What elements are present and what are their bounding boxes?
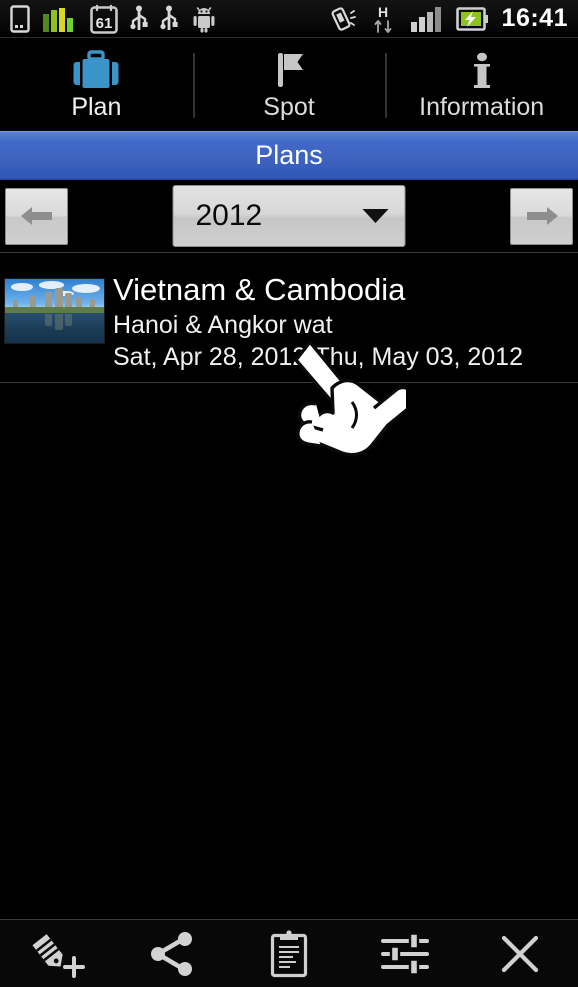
plan-list-item[interactable]: Vietnam & Cambodia Hanoi & Angkor wat Sa… <box>0 253 578 383</box>
plan-subtitle: Hanoi & Angkor wat <box>113 311 333 340</box>
plan-text-block: Vietnam & Cambodia Hanoi & Angkor wat Sa… <box>113 263 523 372</box>
year-value: 2012 <box>195 199 263 232</box>
tab-bar: Plan Spot Information <box>0 38 578 131</box>
status-bar: 61 H 16:41 <box>0 0 578 38</box>
status-bar-right-icons: H 16:41 <box>326 4 578 34</box>
plan-thumbnail-angkor-wat <box>4 278 105 344</box>
share-button[interactable] <box>116 920 232 987</box>
tab-information-label: Information <box>419 92 545 121</box>
device-icon <box>10 4 30 33</box>
arrow-left-icon <box>20 207 52 225</box>
settings-sliders-icon <box>380 931 429 976</box>
plans-list: Vietnam & Cambodia Hanoi & Angkor wat Sa… <box>0 253 578 383</box>
next-year-button[interactable] <box>510 187 573 245</box>
tab-spot[interactable]: Spot <box>192 38 386 130</box>
usb-icon <box>130 5 148 30</box>
plan-title: Vietnam & Cambodia <box>113 272 406 307</box>
calendar-badge-text: 61 <box>96 15 113 32</box>
status-bar-clock: 16:41 <box>501 4 568 32</box>
chevron-down-icon <box>362 209 389 223</box>
tab-plan-label: Plan <box>71 92 122 121</box>
previous-year-button[interactable] <box>5 187 68 245</box>
add-plan-icon <box>32 933 85 978</box>
plan-dates: Sat, Apr 28, 2012-Thu, May 03, 2012 <box>113 342 523 371</box>
tab-plan[interactable]: Plan <box>0 38 193 130</box>
suitcase-icon <box>70 49 122 93</box>
tab-information[interactable]: Information <box>385 38 578 130</box>
flag-icon <box>263 49 315 93</box>
year-selector-bar: 2012 <box>0 180 578 253</box>
page-title: Plans <box>255 140 323 170</box>
info-icon <box>456 49 508 93</box>
tab-spot-label: Spot <box>263 92 315 121</box>
year-dropdown[interactable]: 2012 <box>172 185 406 247</box>
page-title-bar: Plans <box>0 131 578 180</box>
hspa-data-icon: H <box>374 4 391 33</box>
battery-charging-icon <box>455 6 488 31</box>
hspa-letter-text: H <box>377 4 387 20</box>
vibrate-icon <box>331 6 356 31</box>
usb-icon-2 <box>160 5 178 30</box>
android-robot-icon <box>193 6 215 32</box>
bottom-toolbar <box>0 919 578 987</box>
share-icon <box>151 931 193 976</box>
arrow-right-icon <box>526 207 558 225</box>
close-icon <box>502 935 539 972</box>
clipboard-icon <box>270 929 308 977</box>
signal-bars-green-icon <box>43 7 73 32</box>
settings-button[interactable] <box>347 920 463 987</box>
notes-button[interactable] <box>231 920 347 987</box>
close-button[interactable] <box>462 920 578 987</box>
status-bar-left-icons: 61 <box>0 4 218 34</box>
add-plan-button[interactable] <box>0 920 116 987</box>
calendar-icon: 61 <box>90 4 118 34</box>
signal-strength-icon <box>410 6 441 32</box>
android-screen: 61 H 16:41 Plan Spot Information Plans 2… <box>0 0 578 987</box>
